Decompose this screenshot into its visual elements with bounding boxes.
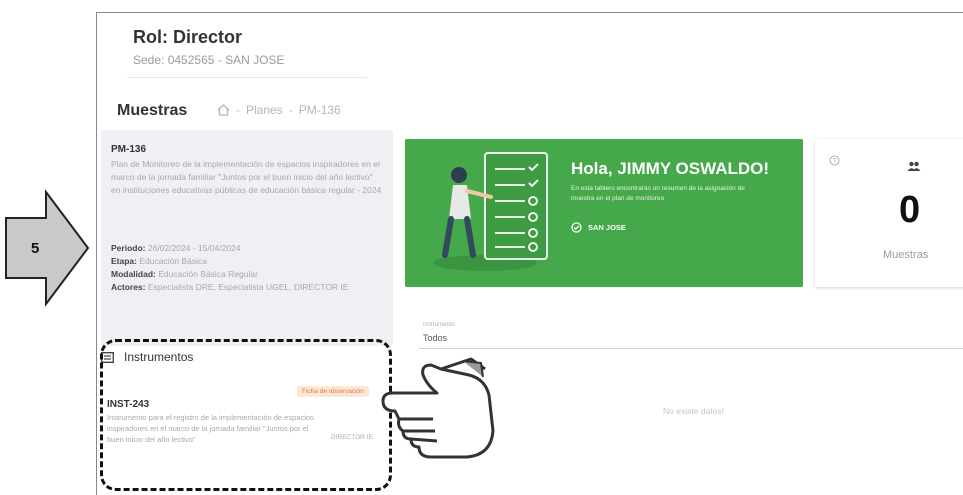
home-icon[interactable] bbox=[217, 104, 230, 116]
breadcrumb: - Planes - PM-136 bbox=[217, 103, 341, 117]
check-circle-icon bbox=[571, 222, 582, 233]
breadcrumb-planes[interactable]: Planes bbox=[246, 103, 283, 117]
step-number: 5 bbox=[31, 240, 40, 257]
step-arrow-icon bbox=[5, 189, 90, 307]
plan-etapa: Etapa: Educación Básica bbox=[111, 256, 207, 266]
muestras-count-card: ? 0 Muestras bbox=[815, 139, 963, 287]
plan-info-panel: PM-136 Plan de Monitoreo de la implement… bbox=[101, 130, 393, 346]
pointing-hand-icon bbox=[381, 357, 495, 459]
plan-modalidad: Modalidad: Educación Básica Regular bbox=[111, 269, 258, 279]
plan-description: Plan de Monitoreo de la implementación d… bbox=[111, 159, 382, 195]
header-divider bbox=[127, 77, 367, 78]
help-icon[interactable]: ? bbox=[829, 155, 840, 166]
breadcrumb-current: PM-136 bbox=[298, 103, 341, 117]
empty-state-message: No existe datos! bbox=[663, 406, 724, 416]
breadcrumb-separator: - bbox=[288, 103, 293, 117]
instrument-filter-underline bbox=[419, 348, 963, 349]
role-title: Rol: Director bbox=[133, 27, 243, 47]
breadcrumb-separator: - bbox=[236, 103, 240, 117]
page-title: Muestras bbox=[117, 102, 188, 119]
instrument-filter-value: Todos bbox=[423, 333, 448, 343]
welcome-sede-name: SAN JOSE bbox=[588, 223, 626, 232]
sede-subtitle: Sede: 0452565 - SAN JOSE bbox=[133, 53, 285, 67]
plan-periodo: Periodo: 26/02/2024 - 15/04/2024 bbox=[111, 243, 241, 253]
muestras-count: 0 bbox=[899, 189, 921, 231]
people-icon bbox=[907, 161, 921, 171]
checklist-illustration-icon bbox=[433, 152, 548, 271]
welcome-greeting: Hola, JIMMY OSWALDO! bbox=[571, 159, 770, 178]
welcome-message: En esta tablero encontrarás un resumen d… bbox=[571, 185, 745, 202]
instrument-filter-label: Instrumento bbox=[423, 322, 455, 328]
plan-actores: Actores: Especialista DRE, Especialista … bbox=[111, 282, 349, 292]
muestras-label: Muestras bbox=[883, 249, 929, 261]
welcome-sede: SAN JOSE bbox=[571, 222, 626, 233]
welcome-card: Hola, JIMMY OSWALDO! En esta tablero enc… bbox=[405, 139, 803, 287]
highlight-box bbox=[100, 339, 392, 491]
svg-text:?: ? bbox=[833, 158, 837, 165]
instrument-filter-select[interactable] bbox=[417, 315, 963, 351]
plan-metadata: Periodo: 26/02/2024 - 15/04/2024 Etapa: … bbox=[111, 242, 387, 294]
plan-code: PM-136 bbox=[111, 144, 147, 155]
